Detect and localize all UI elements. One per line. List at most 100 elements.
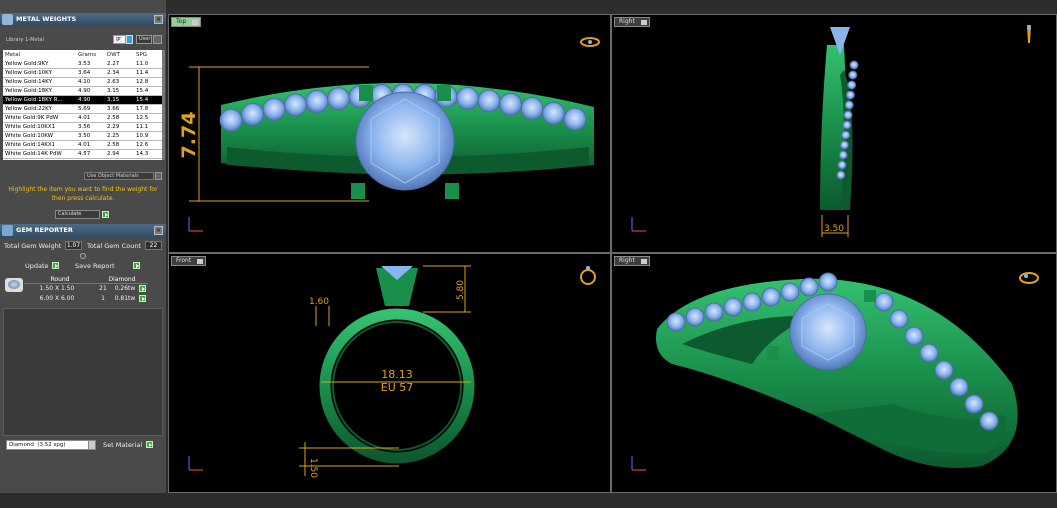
- materials-dropdown-icon[interactable]: [155, 172, 162, 180]
- accent-stone: [761, 287, 781, 307]
- user-dropdown-icon[interactable]: [153, 35, 162, 44]
- axis-gizmo-icon: [631, 456, 646, 471]
- chevron-down-icon[interactable]: [197, 259, 204, 264]
- table-cell: Yellow Gold:18KY: [3, 86, 76, 97]
- viewport-front[interactable]: 18.13 EU 57 1.60 5.80 1.50 Front: [168, 253, 611, 493]
- viewport-right[interactable]: 3.50 Right: [611, 14, 1057, 253]
- unit-select[interactable]: gr: [113, 35, 126, 44]
- table-cell: 2.29: [105, 122, 134, 132]
- material-dropdown-icon[interactable]: [88, 440, 96, 450]
- table-row[interactable]: Yellow Gold:18KY R... 4.90 3.15 15.4: [3, 95, 162, 106]
- accent-stone: [704, 302, 724, 322]
- accent-stone: [874, 292, 894, 312]
- table-row[interactable]: White Gold:9K PdW 4.01 2.58 12.5: [3, 113, 162, 124]
- gem-size: 6.00 X 6.00: [39, 295, 75, 302]
- accent-stone: [818, 272, 838, 292]
- table-cell: 3.15: [105, 95, 134, 106]
- accent-stone: [964, 394, 984, 414]
- gem-row-select-button[interactable]: [139, 285, 146, 292]
- gem-reporter-logo-icon: [2, 225, 13, 236]
- calculate-go-icon[interactable]: [102, 211, 109, 218]
- use-object-materials-select[interactable]: Use Object Materials: [84, 172, 154, 180]
- calculate-button[interactable]: Calculate: [55, 210, 100, 219]
- table-row[interactable]: Yellow Gold:10KY 3.64 2.34 11.4: [3, 68, 162, 79]
- table-row[interactable]: White Gold:14KX1 4.01 2.58 12.6: [3, 140, 162, 150]
- table-row[interactable]: Yellow Gold:9KY 3.53 2.27 11.0: [3, 60, 162, 70]
- table-cell: Yellow Gold:10KY: [3, 68, 76, 79]
- table-cell: 12.5: [134, 113, 162, 124]
- table-cell: 2.58: [105, 140, 134, 150]
- metal-weights-header: METAL WEIGHTS ×: [0, 13, 166, 26]
- table-cell: 3.50: [76, 131, 105, 141]
- viewport-top[interactable]: 7.74 Top: [168, 14, 611, 253]
- height-dimension-label: 7.74: [178, 112, 200, 159]
- width-dimension-label: 3.50: [824, 224, 844, 234]
- set-material-button[interactable]: [146, 441, 153, 448]
- band-thickness-label: 1.50: [308, 458, 318, 478]
- viewport-tab-front[interactable]: Front: [171, 256, 207, 266]
- table-cell: 2.25: [105, 131, 134, 141]
- table-row[interactable]: Yellow Gold:18KY 4.90 3.15 15.4: [3, 86, 162, 97]
- table-row[interactable]: White Gold:14K PdW 4.57 2.94 14.3: [3, 149, 162, 159]
- left-panel: METAL WEIGHTS × Library 1-Metal gr User …: [0, 0, 166, 493]
- gem-row-select-button[interactable]: [139, 295, 146, 302]
- table-row[interactable]: Yellow Gold:22KY 5.69 3.66 17.8: [3, 104, 162, 115]
- table-cell: 2.27: [105, 60, 134, 70]
- table-cell: White Gold:14K PdW: [3, 149, 76, 159]
- collapse-handle-icon[interactable]: [80, 253, 86, 259]
- type-header: Diamond: [96, 276, 148, 284]
- view-cube-icon[interactable]: [1018, 23, 1040, 45]
- table-cell: 12.8: [134, 77, 162, 88]
- table-cell: 10.9: [134, 131, 162, 141]
- accent-stone: [241, 102, 264, 126]
- table-cell: White Gold:10KW: [3, 131, 76, 141]
- viewport-tab-perspective[interactable]: Right: [614, 256, 650, 266]
- table-cell: 4.01: [76, 140, 105, 150]
- view-cube-icon[interactable]: [579, 31, 601, 53]
- prong: [445, 183, 459, 199]
- chevron-down-icon[interactable]: [640, 259, 647, 264]
- metal-weights-title: METAL WEIGHTS: [16, 15, 77, 23]
- view-cube-icon[interactable]: [1018, 266, 1040, 288]
- gem-weight: 0.81tw: [114, 295, 136, 302]
- accent-stone: [563, 107, 587, 131]
- save-report-button[interactable]: [133, 262, 140, 269]
- accent-stone: [845, 90, 855, 100]
- update-button[interactable]: [52, 262, 59, 269]
- table-cell: 11.4: [134, 68, 162, 79]
- close-icon[interactable]: ×: [154, 15, 163, 24]
- accent-stone: [849, 60, 859, 70]
- metal-weights-logo-icon: [2, 14, 13, 25]
- table-scrollbar[interactable]: [162, 50, 165, 160]
- table-cell: 2.34: [105, 68, 134, 79]
- view-cube-icon[interactable]: [577, 264, 599, 286]
- prong: [437, 85, 451, 101]
- viewport-tab-right[interactable]: Right: [614, 17, 650, 27]
- gem-count: 21: [99, 285, 107, 292]
- accent-stone: [934, 360, 954, 380]
- accent-stone: [979, 411, 999, 431]
- accent-stone: [844, 100, 854, 110]
- right-view-ring-drawing: 3.50: [820, 27, 859, 237]
- table-cell: 15.4: [134, 86, 162, 97]
- table-row[interactable]: White Gold:10KW 3.50 2.25 10.9: [3, 131, 162, 141]
- column-header: SPG: [134, 50, 162, 60]
- table-row[interactable]: White Gold:10KX1 3.56 2.29 11.1: [3, 122, 162, 132]
- table-cell: White Gold:9K PdW: [3, 113, 76, 124]
- weight-hint-text: Highlight the item you want to find the …: [8, 186, 158, 202]
- accent-stone: [219, 108, 243, 132]
- chevron-down-icon[interactable]: [640, 20, 647, 25]
- accent-stone: [847, 80, 857, 90]
- table-row[interactable]: Yellow Gold:14KY 4.10 2.63 12.8: [3, 77, 162, 88]
- viewport-tab-top[interactable]: Top: [171, 17, 202, 27]
- gem-list-area[interactable]: [3, 308, 163, 436]
- material-select[interactable]: Diamond (3.52 spg): [6, 440, 90, 450]
- user-button[interactable]: User: [136, 35, 152, 44]
- unit-dropdown-button[interactable]: [126, 35, 133, 44]
- close-icon[interactable]: ×: [154, 226, 163, 235]
- axis-gizmo-icon: [188, 217, 203, 232]
- viewport-perspective[interactable]: Right: [611, 253, 1057, 493]
- table-cell: 4.10: [76, 77, 105, 88]
- accent-stone: [723, 297, 743, 317]
- chevron-down-icon[interactable]: [192, 20, 199, 25]
